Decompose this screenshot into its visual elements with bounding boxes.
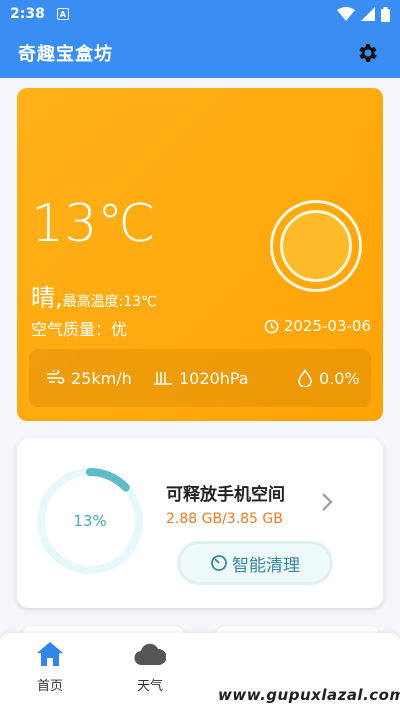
weather-condition: 晴,: [31, 284, 63, 312]
pressure-icon: [154, 372, 172, 385]
smart-clean-button[interactable]: 智能清理: [177, 541, 333, 585]
humidity-metric: 0.0%: [297, 369, 360, 388]
smart-clean-label: 智能清理: [232, 555, 300, 576]
air-quality: 空气质量：优: [31, 320, 128, 339]
wind-metric: 25km/h: [45, 369, 132, 388]
cloud-icon: [134, 643, 166, 666]
storage-title: 可释放手机空间: [166, 485, 285, 505]
high-temperature: 最高温度:13℃: [62, 294, 157, 310]
sun-icon: [270, 200, 362, 292]
battery-icon: [381, 6, 390, 22]
clock-icon: [264, 319, 279, 333]
watermark: 谷普软件园 www.gupuxlazal.com: [218, 641, 400, 711]
weather-card[interactable]: 13℃ 晴, 最高温度:13℃ 空气质量：优 2025-03-06 25km/h…: [17, 88, 383, 421]
timer-icon: [211, 555, 227, 571]
nav-label-home: 首页: [36, 679, 63, 694]
status-indicators: [337, 6, 390, 22]
app-title: 奇趣宝盒坊: [18, 44, 113, 65]
weather-metrics: 25km/h 1020hPa 0.0%: [29, 349, 371, 407]
nav-label-weather: 天气: [136, 679, 163, 694]
status-time: 2:38: [10, 6, 45, 22]
wind-icon: [47, 370, 65, 384]
temperature: 13℃: [31, 194, 156, 254]
storage-size: 2.88 GB/3.85 GB: [166, 511, 283, 527]
pressure-value: 1020hPa: [179, 368, 249, 388]
nav-item-weather[interactable]: 天气: [120, 641, 180, 694]
chevron-right-icon: [322, 493, 333, 511]
settings-button[interactable]: [354, 39, 382, 67]
pressure-metric: 1020hPa: [153, 369, 249, 388]
date-row: 2025-03-06: [264, 317, 371, 335]
home-icon: [37, 642, 63, 666]
humidity-value: 0.0%: [319, 368, 360, 388]
wind-speed: 25km/h: [71, 368, 132, 388]
weather-date: 2025-03-06: [283, 317, 371, 335]
storage-percent: 13%: [73, 512, 107, 530]
status-bar: 2:38 A: [0, 0, 400, 28]
cellular-icon: [361, 7, 375, 21]
storage-details-button[interactable]: [317, 490, 337, 514]
watermark-url: www.gupuxlazal.com: [218, 686, 400, 704]
storage-card: 13% 可释放手机空间 2.88 GB/3.85 GB 智能清理: [17, 438, 383, 608]
nav-item-home[interactable]: 首页: [20, 641, 80, 694]
wifi-icon: [337, 7, 355, 21]
gear-icon: [359, 44, 377, 62]
notification-icon: A: [56, 8, 69, 20]
condition-row: 晴, 最高温度:13℃: [31, 278, 157, 313]
app-bar: 奇趣宝盒坊: [0, 28, 400, 78]
droplet-icon: [298, 369, 312, 387]
